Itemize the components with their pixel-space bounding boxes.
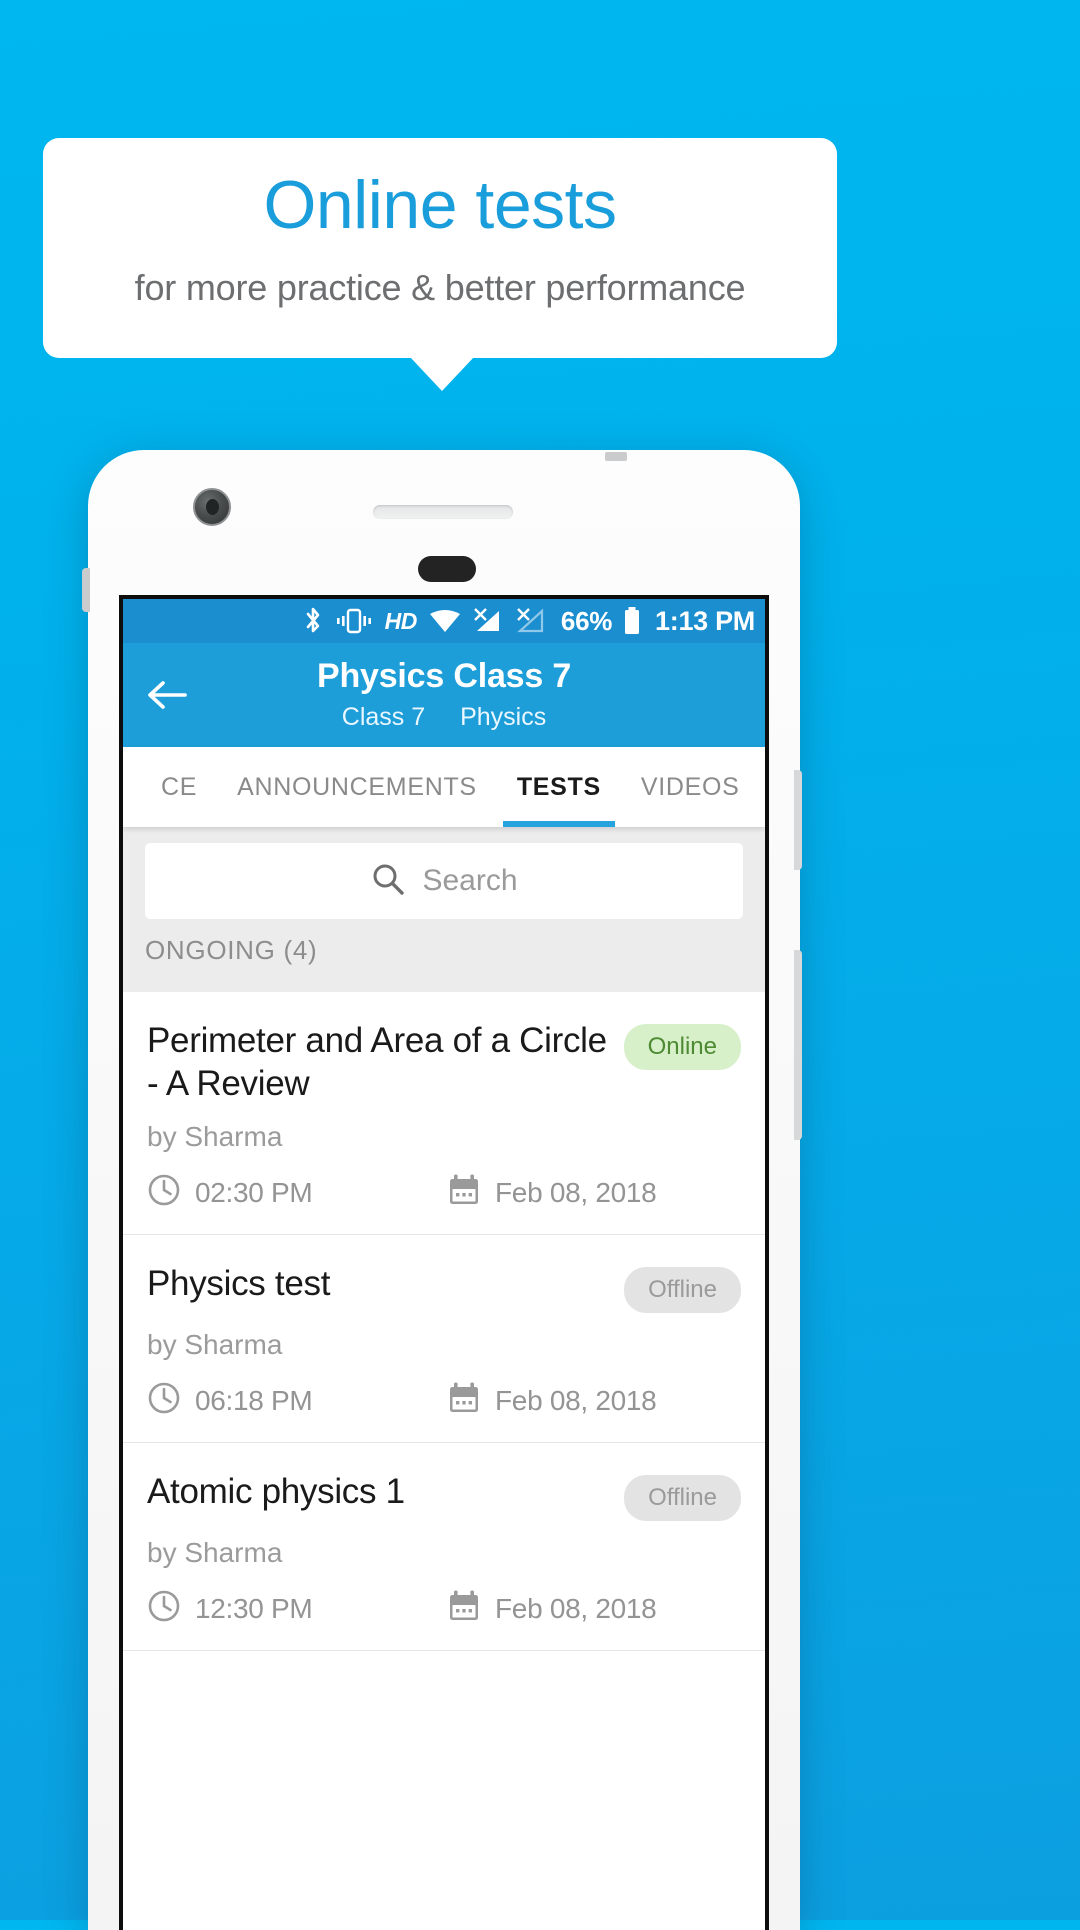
promo-title: Online tests bbox=[263, 167, 617, 243]
test-list-item[interactable]: Physics test Offline by Sharma 06:18 PM bbox=[123, 1235, 765, 1444]
clock-icon bbox=[147, 1381, 181, 1420]
tab-tests[interactable]: TESTS bbox=[497, 747, 621, 827]
test-author: by Sharma bbox=[147, 1537, 283, 1569]
hd-icon: HD bbox=[384, 607, 418, 634]
test-item-header: Perimeter and Area of a Circle - A Revie… bbox=[147, 1020, 741, 1105]
test-item-header: Atomic physics 1 Offline bbox=[147, 1471, 741, 1522]
clock-icon bbox=[147, 1173, 181, 1212]
test-title: Perimeter and Area of a Circle - A Revie… bbox=[147, 1021, 607, 1103]
earpiece-speaker bbox=[373, 505, 513, 519]
search-icon bbox=[370, 861, 406, 902]
clock-icon bbox=[147, 1589, 181, 1628]
phone-screen: HD 66% 1:13 PM Physics Class 7 Class 7 P… bbox=[119, 595, 769, 1930]
status-bar: HD 66% 1:13 PM bbox=[123, 599, 765, 643]
test-time-value: 12:30 PM bbox=[195, 1592, 313, 1624]
test-time: 06:18 PM bbox=[147, 1381, 447, 1420]
test-item-header: Physics test Offline bbox=[147, 1263, 741, 1314]
page-title: Physics Class 7 bbox=[316, 657, 572, 695]
test-meta: 12:30 PM Feb 08, 2018 bbox=[147, 1589, 741, 1628]
vibrate-icon bbox=[334, 607, 374, 635]
calendar-icon bbox=[447, 1589, 481, 1628]
phone-power-button bbox=[794, 950, 802, 1140]
camera-lens bbox=[206, 499, 219, 515]
front-camera-icon bbox=[193, 488, 231, 526]
status-badge: Online bbox=[623, 1024, 741, 1070]
bluetooth-icon bbox=[303, 606, 323, 636]
wifi-icon bbox=[428, 608, 462, 634]
search-input[interactable]: Search bbox=[145, 843, 743, 919]
test-author: by Sharma bbox=[147, 1329, 283, 1361]
test-date: Feb 08, 2018 bbox=[447, 1173, 657, 1212]
phone-sensor-dot bbox=[605, 452, 627, 461]
breadcrumb-class: Class 7 bbox=[341, 703, 426, 731]
signal-no-sim-1-icon bbox=[473, 607, 505, 635]
search-placeholder: Search bbox=[422, 864, 518, 897]
test-list-item[interactable]: Perimeter and Area of a Circle - A Revie… bbox=[123, 992, 765, 1236]
app-bar: Physics Class 7 Class 7 Physics bbox=[123, 643, 765, 747]
breadcrumb-subject: Physics bbox=[460, 703, 547, 731]
tab-announcements[interactable]: ANNOUNCEMENTS bbox=[217, 747, 497, 827]
test-date: Feb 08, 2018 bbox=[447, 1589, 657, 1628]
test-date-value: Feb 08, 2018 bbox=[495, 1384, 657, 1416]
test-author: by Sharma bbox=[147, 1121, 283, 1153]
promo-subtitle: for more practice & better performance bbox=[134, 267, 746, 309]
test-list-item[interactable]: Atomic physics 1 Offline by Sharma 12:30… bbox=[123, 1443, 765, 1652]
status-bar-clock: 1:13 PM bbox=[655, 605, 755, 636]
test-time-value: 06:18 PM bbox=[195, 1384, 313, 1416]
calendar-icon bbox=[447, 1173, 481, 1212]
test-date-value: Feb 08, 2018 bbox=[495, 1176, 657, 1208]
search-area: Search bbox=[123, 827, 765, 935]
promo-bubble-tail bbox=[410, 357, 474, 391]
test-title: Physics test bbox=[147, 1264, 331, 1304]
test-time-value: 02:30 PM bbox=[195, 1176, 313, 1208]
battery-icon bbox=[623, 606, 641, 636]
phone-volume-button bbox=[794, 770, 802, 870]
tab-bar: CE ANNOUNCEMENTS TESTS VIDEOS bbox=[123, 747, 765, 827]
test-time: 02:30 PM bbox=[147, 1173, 447, 1212]
calendar-icon bbox=[447, 1381, 481, 1420]
test-date: Feb 08, 2018 bbox=[447, 1381, 657, 1420]
test-title: Atomic physics 1 bbox=[147, 1472, 405, 1512]
section-header-ongoing: ONGOING (4) bbox=[123, 935, 765, 992]
back-arrow-icon[interactable] bbox=[145, 675, 189, 715]
home-button[interactable] bbox=[418, 556, 476, 582]
test-meta: 06:18 PM Feb 08, 2018 bbox=[147, 1381, 741, 1420]
tab-videos[interactable]: VIDEOS bbox=[621, 747, 760, 827]
status-badge: Offline bbox=[624, 1475, 741, 1522]
test-time: 12:30 PM bbox=[147, 1589, 447, 1628]
battery-percent-label: 66% bbox=[560, 605, 613, 636]
signal-no-sim-2-icon bbox=[516, 607, 548, 635]
phone-side-button-left bbox=[82, 568, 90, 612]
breadcrumb: Class 7 Physics bbox=[123, 696, 765, 732]
tab-ce[interactable]: CE bbox=[141, 747, 217, 827]
promo-bubble: Online tests for more practice & better … bbox=[43, 138, 837, 358]
test-meta: 02:30 PM Feb 08, 2018 bbox=[147, 1173, 741, 1212]
status-badge: Offline bbox=[624, 1267, 741, 1314]
test-date-value: Feb 08, 2018 bbox=[495, 1592, 657, 1624]
phone-mockup: HD 66% 1:13 PM Physics Class 7 Class 7 P… bbox=[82, 450, 802, 1930]
